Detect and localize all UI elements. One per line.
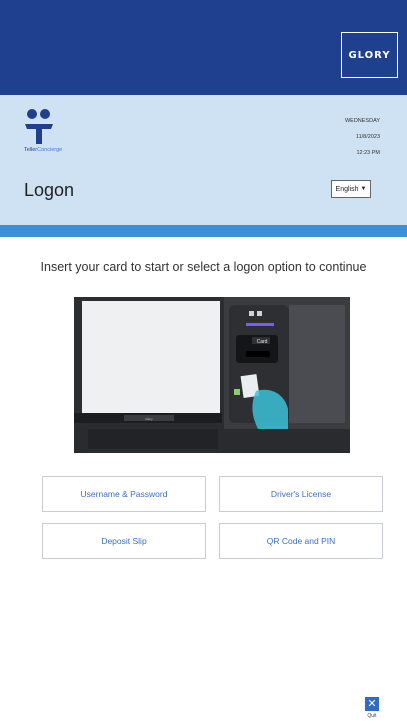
teller-concierge-icon — [24, 108, 54, 149]
caret-down-icon: ▼ — [360, 186, 367, 192]
language-label: English — [335, 185, 359, 193]
qr-code-pin-button[interactable]: QR Code and PIN — [219, 523, 383, 559]
accent-stripe — [0, 225, 407, 237]
language-dropdown[interactable]: English ▼ — [331, 180, 371, 198]
illustration-card-label: Card — [257, 339, 268, 345]
datetime: WEDNESDAY 11/8/2023 12:23 PM — [300, 113, 380, 161]
quit-label[interactable]: Quit — [360, 713, 384, 719]
instruction-text: Insert your card to start or select a lo… — [40, 260, 367, 274]
glory-logo: GLORY — [341, 32, 398, 78]
quit-close-icon[interactable]: ✕ — [365, 697, 379, 711]
logo-text: TellerConcierge — [24, 147, 63, 153]
deposit-slip-button[interactable]: Deposit Slip — [42, 523, 206, 559]
weekday: WEDNESDAY — [344, 118, 380, 124]
drivers-license-button[interactable]: Driver's License — [219, 476, 383, 512]
page-title: Logon — [24, 180, 75, 200]
time: 12:23 PM — [356, 150, 380, 156]
illustration-brand-label: Glory — [145, 417, 153, 421]
username-password-button[interactable]: Username & Password — [42, 476, 206, 512]
date: 11/8/2023 — [355, 134, 380, 140]
card-insert-illustration: Glory Card — [74, 297, 350, 453]
